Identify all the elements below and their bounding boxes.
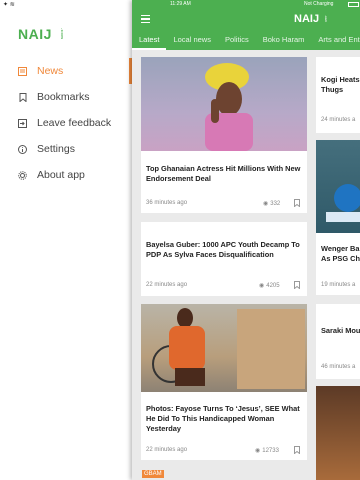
bookmark-icon	[18, 92, 27, 102]
article-card[interactable]: Photos: Fayose Turns To ‘Jesus’, SEE Wha…	[141, 304, 307, 460]
feedback-icon	[18, 118, 27, 128]
article-image	[316, 140, 360, 233]
article-headline: Wenger Ba As PSG Ch	[321, 244, 360, 263]
article-time: 24 minutes a	[321, 117, 356, 123]
gbam-badge: GBAM	[142, 470, 164, 478]
article-time: 22 minutes ago	[146, 282, 188, 288]
category-tabs: Latest Local news Politics Boko Haram Ar…	[132, 31, 360, 50]
info-icon	[18, 144, 27, 154]
tab-boko-haram[interactable]: Boko Haram	[256, 31, 312, 50]
menu-item-label: Settings	[37, 143, 75, 155]
status-time: 11:29 AM	[170, 1, 191, 7]
menu-item-about[interactable]: About app	[0, 162, 132, 188]
article-image	[141, 304, 307, 392]
menu-item-news[interactable]: News	[0, 58, 132, 84]
article-headline: Saraki Mou	[321, 326, 360, 335]
wifi-icon: ✦ ≋	[3, 2, 15, 8]
status-charging: Not Charging	[304, 1, 334, 7]
drawer-menu: News Bookmarks Leave feedback Settings A…	[0, 58, 132, 188]
gear-icon	[18, 170, 27, 180]
bookmark-icon[interactable]	[294, 446, 300, 454]
news-icon	[18, 66, 27, 76]
article-time: 46 minutes a	[321, 364, 356, 370]
view-count: ◉ 4205	[259, 282, 280, 290]
eye-icon: ◉	[255, 448, 261, 454]
article-time: 22 minutes ago	[146, 447, 188, 453]
article-headline: Kogi Heats Thugs	[321, 75, 360, 94]
article-headline: Bayelsa Guber: 1000 APC Youth Decamp To …	[146, 240, 300, 259]
article-card[interactable]: Wenger Ba As PSG Ch 19 minutes a	[316, 140, 360, 295]
view-count: ◉ 332	[263, 200, 281, 208]
article-card[interactable]	[316, 386, 360, 480]
article-time: 19 minutes a	[321, 282, 356, 288]
nav-drawer: NAIJ .com News Bookmarks Leave feedback …	[0, 0, 132, 480]
naij-logo: NAIJ .com	[18, 26, 65, 42]
menu-item-label: About app	[37, 169, 85, 181]
menu-item-settings[interactable]: Settings	[0, 136, 132, 162]
menu-item-label: Bookmarks	[37, 91, 90, 103]
main-content: NAIJ .com Latest Local news Politics Boko…	[132, 0, 360, 480]
battery-icon	[348, 2, 359, 7]
article-image	[316, 386, 360, 480]
hamburger-menu-icon[interactable]	[141, 15, 150, 24]
tab-latest[interactable]: Latest	[132, 31, 167, 50]
brand-logo: NAIJ .com	[294, 13, 328, 25]
article-card[interactable]: Kogi Heats Thugs 24 minutes a	[316, 57, 360, 133]
status-bar: ✦ ≋ 11:29 AM Not Charging	[0, 0, 360, 9]
menu-item-label: News	[37, 65, 64, 77]
article-headline: Top Ghanaian Actress Hit Millions With N…	[146, 164, 301, 183]
view-count: ◉ 12733	[255, 447, 279, 455]
article-card[interactable]: Saraki Mou 46 minutes a	[316, 304, 360, 379]
article-card[interactable]: Bayelsa Guber: 1000 APC Youth Decamp To …	[141, 222, 307, 296]
bookmark-icon[interactable]	[294, 281, 300, 289]
bookmark-icon[interactable]	[294, 199, 300, 207]
tab-arts[interactable]: Arts and Enter	[311, 31, 360, 50]
menu-item-label: Leave feedback	[37, 117, 112, 129]
menu-item-feedback[interactable]: Leave feedback	[0, 110, 132, 136]
article-time: 36 minutes ago	[146, 200, 188, 206]
tab-local-news[interactable]: Local news	[166, 31, 218, 50]
article-card[interactable]: Top Ghanaian Actress Hit Millions With N…	[141, 57, 307, 213]
eye-icon: ◉	[259, 283, 265, 289]
app-screen: ✦ ≋ 11:29 AM Not Charging NAIJ .com News …	[0, 0, 360, 480]
article-image	[141, 57, 307, 151]
eye-icon: ◉	[263, 201, 269, 207]
article-headline: Photos: Fayose Turns To ‘Jesus’, SEE Wha…	[146, 404, 300, 433]
menu-item-bookmarks[interactable]: Bookmarks	[0, 84, 132, 110]
tab-politics[interactable]: Politics	[218, 31, 256, 50]
